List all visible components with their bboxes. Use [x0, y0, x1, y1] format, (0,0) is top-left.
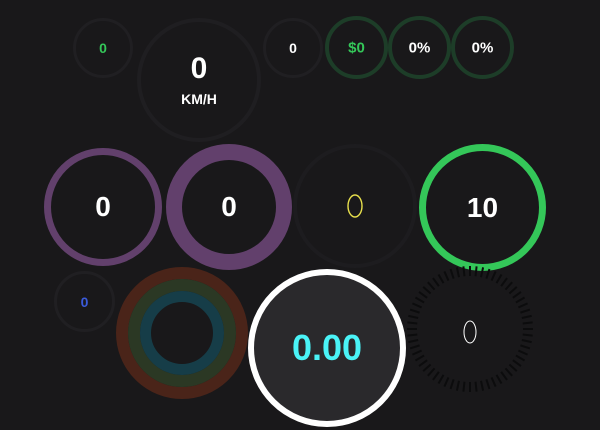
percent-gauge-b: 0% [451, 16, 514, 79]
small-green-gauge: 0 [73, 18, 133, 78]
percent-value-b: 0% [471, 39, 494, 56]
speed-value: 0 [190, 52, 208, 85]
tick-zero-ring [463, 320, 477, 344]
dial-tick [408, 314, 419, 319]
dial-tick [455, 267, 460, 278]
dial-tick [414, 296, 425, 304]
dial-tick [518, 302, 528, 309]
dial-tick [485, 379, 491, 390]
dial-tick [521, 314, 532, 319]
tick-dial [407, 266, 533, 392]
green-ten-value: 10 [466, 191, 499, 223]
dial-tick [515, 296, 526, 304]
dial-tick [515, 354, 526, 362]
decimal-value: 0.00 [291, 327, 363, 368]
dial-tick [462, 266, 466, 277]
dial-tick [490, 271, 497, 281]
dial-tick [449, 379, 455, 390]
small-white-value: 0 [289, 40, 297, 56]
yellow-zero-ring [347, 194, 363, 218]
dial-tick [504, 367, 513, 377]
dial-tick [414, 354, 425, 362]
small-blue-value: 0 [80, 293, 89, 310]
yellow-ring-gauge [293, 144, 417, 268]
activity-rings [116, 267, 248, 399]
small-green-value: 0 [99, 40, 107, 56]
dial-tick [508, 286, 518, 295]
dial-tick [474, 381, 478, 392]
dial-tick [520, 344, 531, 350]
purple-thin-value: 0 [95, 191, 111, 222]
dial-tick [512, 291, 522, 299]
purple-thick-value: 0 [221, 191, 237, 222]
speed-gauge: 0 KM/H [137, 18, 261, 142]
dial-tick [495, 374, 503, 385]
dial-tick [500, 371, 508, 381]
dial-tick [518, 349, 528, 356]
dial-tick [432, 371, 440, 381]
dial-tick [485, 268, 491, 279]
tick-gauge [405, 264, 535, 394]
dial-tick [522, 321, 533, 325]
dial-tick [412, 302, 422, 309]
small-blue-gauge: 0 [54, 271, 115, 332]
dial-tick [495, 273, 503, 284]
money-value: $0 [348, 39, 365, 56]
dial-tick [422, 363, 432, 372]
dial-tick [437, 374, 445, 385]
money-gauge: $0 [325, 16, 388, 79]
dial-tick [407, 333, 418, 337]
dial-tick [462, 381, 466, 392]
dial-tick [490, 377, 497, 387]
dial-tick [409, 344, 420, 350]
percent-gauge-a: 0% [388, 16, 451, 79]
small-white-gauge: 0 [263, 18, 323, 78]
dial-tick [474, 266, 478, 277]
dial-tick [407, 321, 418, 325]
dial-tick [418, 291, 428, 299]
dial-tick [520, 308, 531, 314]
decimal-gauge: 0.00 [248, 269, 406, 427]
dial-tick [409, 308, 420, 314]
green-ten-gauge: 10 [419, 144, 546, 271]
dial-tick [455, 380, 460, 391]
dial-tick [422, 286, 432, 295]
dial-tick [449, 268, 455, 279]
dial-tick [443, 377, 450, 387]
purple-thick-gauge: 0 [166, 144, 292, 270]
dial-tick [437, 273, 445, 284]
activity-ring-inner [140, 291, 224, 375]
dial-tick [522, 333, 533, 337]
dial-tick [480, 267, 485, 278]
dial-tick [427, 367, 436, 377]
dial-tick [432, 277, 440, 287]
dial-tick [427, 281, 436, 291]
dial-tick [480, 380, 485, 391]
dial-tick [512, 359, 522, 367]
dial-tick [500, 277, 508, 287]
purple-thin-gauge: 0 [44, 148, 162, 266]
dial-tick [408, 339, 419, 344]
dial-tick [418, 359, 428, 367]
speed-unit: KM/H [181, 91, 217, 107]
dial-tick [443, 271, 450, 281]
dial-tick [504, 281, 513, 291]
percent-value-a: 0% [408, 39, 431, 56]
dial-tick [508, 363, 518, 372]
dial-tick [521, 339, 532, 344]
dial-tick [412, 349, 422, 356]
